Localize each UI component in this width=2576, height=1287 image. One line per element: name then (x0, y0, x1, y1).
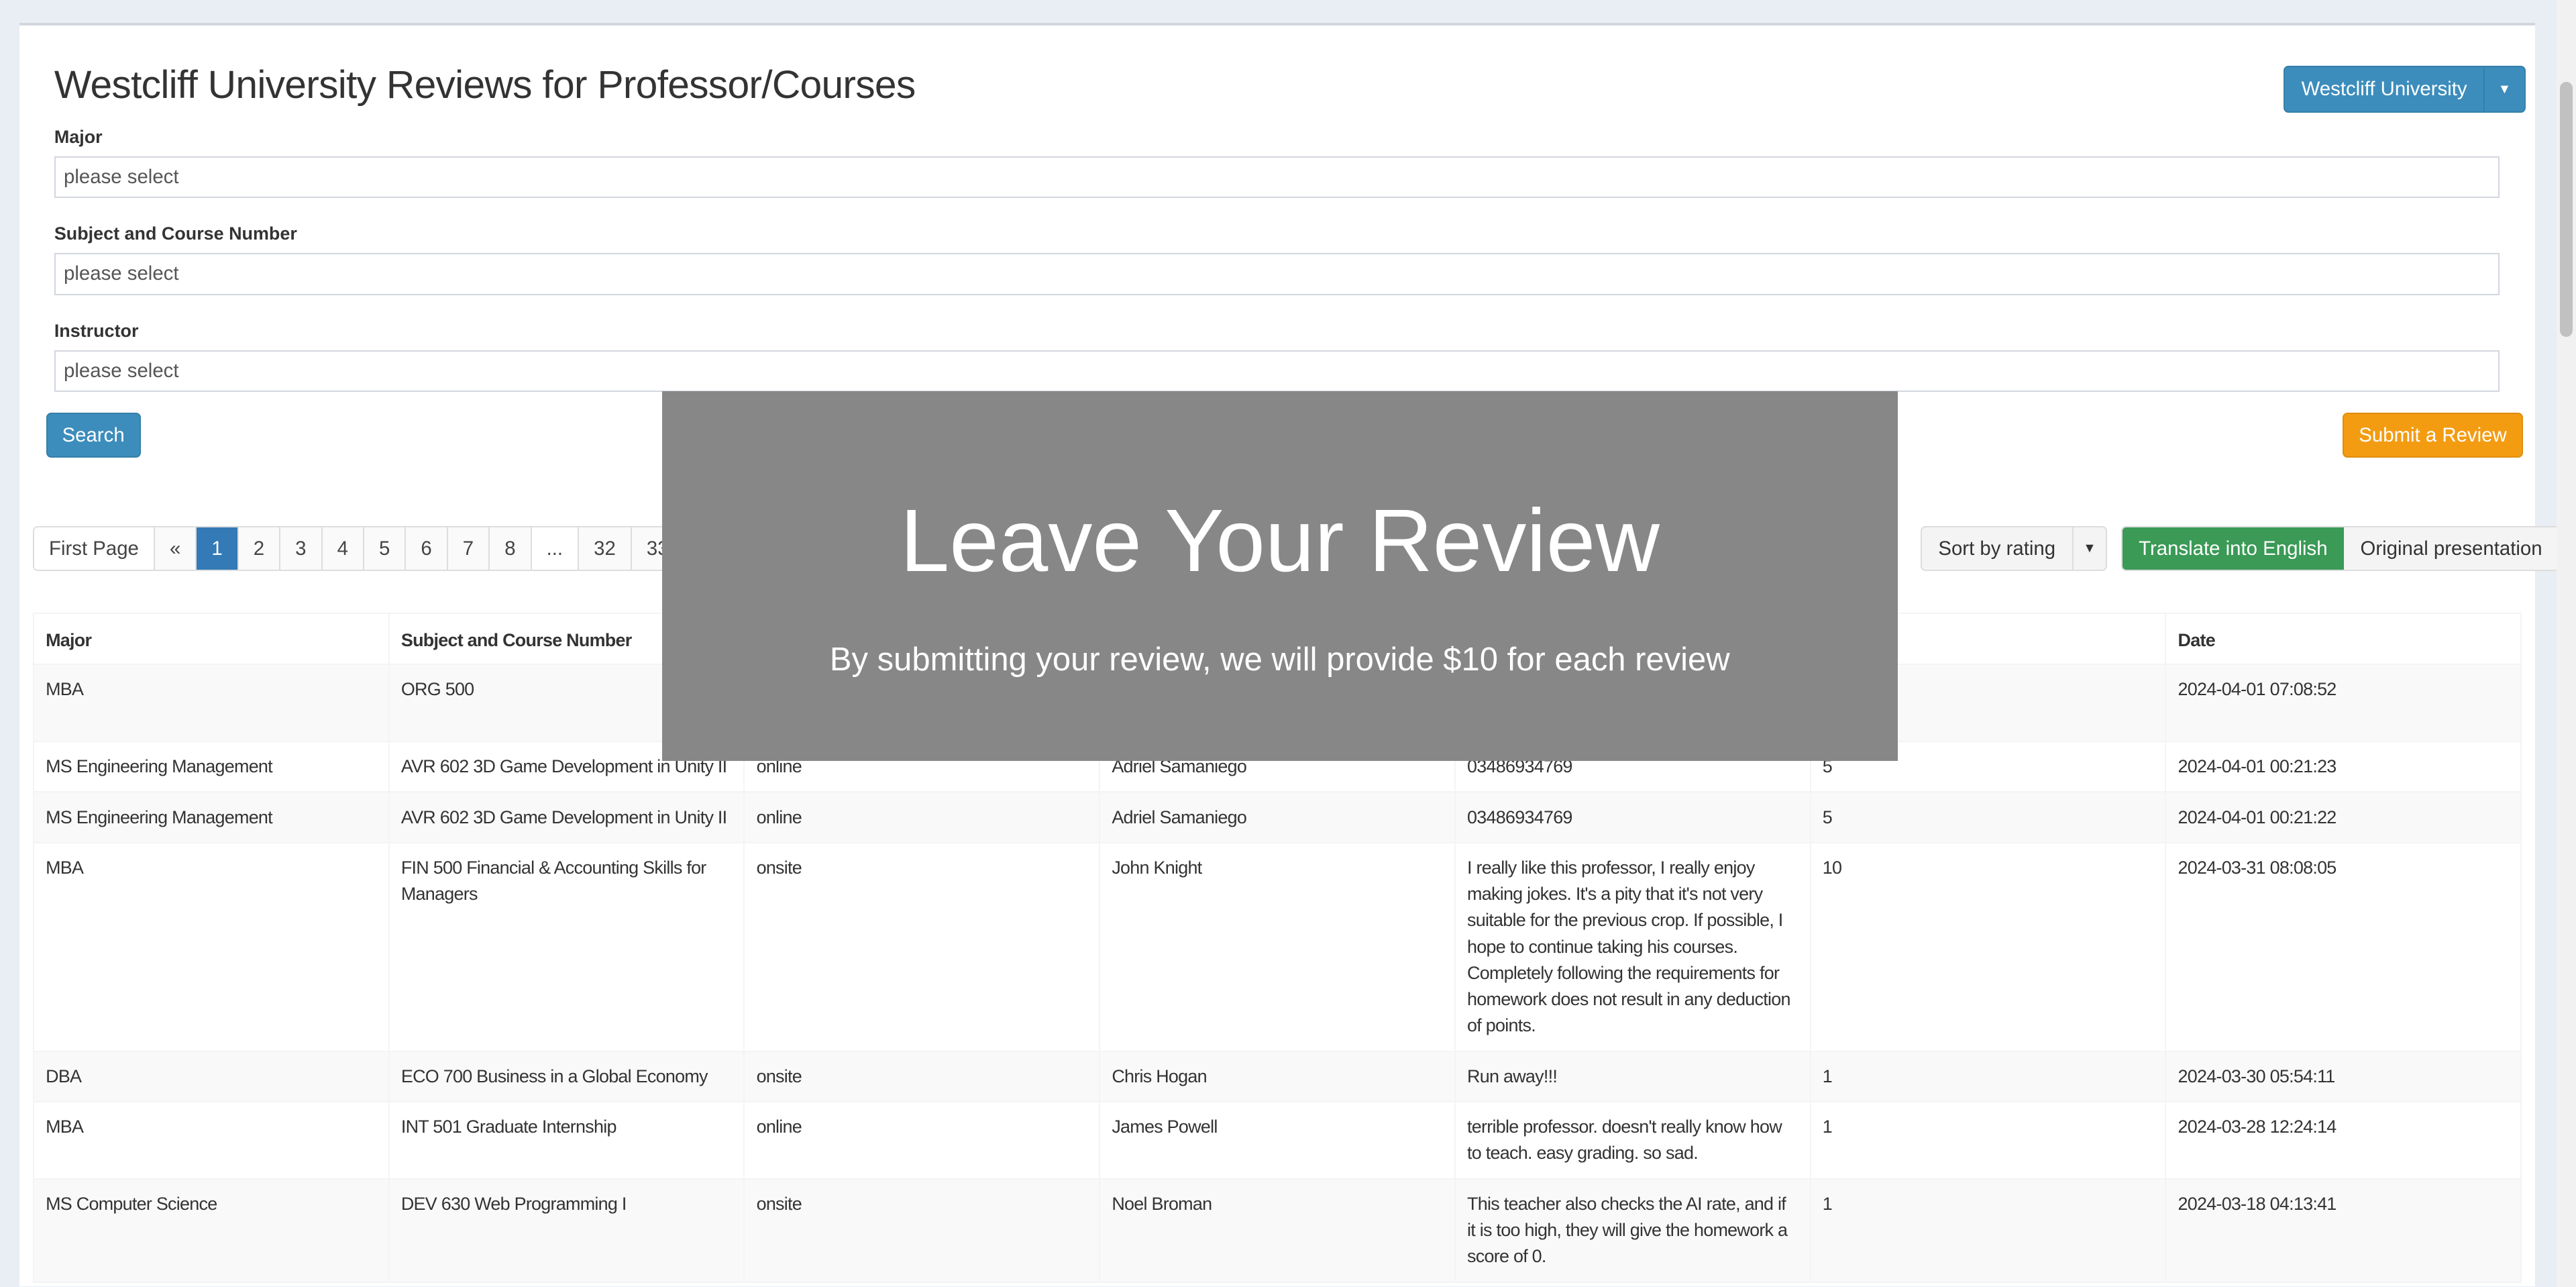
page-link[interactable]: 32 (579, 527, 632, 570)
page-title: Westcliff University Reviews for Profess… (54, 63, 916, 107)
translate-button[interactable]: Translate into English (2122, 527, 2345, 570)
table-cell: 10 (1809, 841, 2167, 1052)
caret-down-icon[interactable]: ▼ (2072, 527, 2106, 570)
table-cell: AVR 602 3D Game Development in Unity II (388, 791, 745, 843)
table-cell: 2024-04-01 00:21:22 (2165, 791, 2522, 843)
table-cell: 5 (1809, 791, 2167, 843)
table-row: MBA FIN 500 Financial & Accounting Skills… (32, 841, 2522, 1052)
pagination: First Page «1 2 3 4 5 6 7 8... 32 33 (32, 525, 686, 572)
table-cell: MS Computer Science (32, 1178, 390, 1283)
page-link[interactable]: « (154, 527, 197, 570)
column-header: Date (2165, 613, 2522, 665)
scrollbar-thumb[interactable] (2559, 82, 2573, 338)
table-cell: MBA (32, 841, 390, 1052)
table-cell: FIN 500 Financial & Accounting Skills fo… (388, 841, 745, 1052)
table-cell: 1 (1809, 1178, 2167, 1283)
table-cell: DBA (32, 1050, 390, 1103)
table-cell: MBA (32, 1101, 390, 1180)
table-row: MS Computer Science DEV 630 Web Programmi… (32, 1178, 2522, 1283)
table-row: MBA INT 501 Graduate Internship online Jame… (32, 1101, 2522, 1180)
table-cell: terrible professor. doesn't really know … (1454, 1101, 1811, 1180)
major-select[interactable]: please select (54, 156, 2500, 199)
table-cell: MS Engineering Management (32, 741, 390, 793)
university-dropdown[interactable]: Westcliff University ▼ (2284, 65, 2526, 113)
submit-review-button[interactable]: Submit a Review (2343, 412, 2523, 458)
table-cell: James Powell (1099, 1101, 1456, 1180)
page-link[interactable]: ... (531, 527, 580, 570)
table-cell: 1 (1809, 1101, 2167, 1180)
sort-button[interactable]: Sort by rating (1922, 527, 2072, 570)
table-cell: Noel Broman (1099, 1178, 1456, 1283)
major-label: Major (54, 126, 103, 147)
instructor-select[interactable]: please select (54, 350, 2500, 393)
table-cell: 2024-03-28 12:24:14 (2165, 1101, 2522, 1180)
page-link[interactable]: 6 (406, 527, 448, 570)
overlay-subtitle: By submitting your review, we will provi… (829, 641, 1730, 678)
table-cell: MS Engineering Management (32, 791, 390, 843)
table-cell: 2024-03-31 08:08:05 (2165, 841, 2522, 1052)
page-link[interactable]: 5 (364, 527, 407, 570)
page: Westcliff University Reviews for Profess… (0, 0, 2576, 1287)
table-cell: 1 (1809, 1050, 2167, 1103)
review-promo-overlay[interactable]: Leave Your Review By submitting your rev… (661, 391, 1898, 761)
scrollbar[interactable] (2556, 0, 2576, 1287)
table-cell: This teacher also checks the AI rate, an… (1454, 1178, 1811, 1283)
table-cell: 2024-03-18 04:13:41 (2165, 1178, 2522, 1283)
language-toggle: Translate into English Original presentat… (2121, 525, 2561, 572)
page-link[interactable]: First Page (34, 527, 155, 570)
table-cell: DEV 630 Web Programming I (388, 1178, 745, 1283)
table-cell: 2024-03-30 05:54:11 (2165, 1050, 2522, 1103)
table-cell: MBA (32, 663, 390, 743)
page-link[interactable]: 8 (490, 527, 532, 570)
table-cell: onsite (743, 1050, 1101, 1103)
table-cell: ECO 700 Business in a Global Economy (388, 1050, 745, 1103)
table-cell: onsite (743, 841, 1101, 1052)
table-cell: John Knight (1099, 841, 1456, 1052)
table-cell: onsite (743, 1178, 1101, 1283)
course-label: Subject and Course Number (54, 223, 297, 244)
table-cell: 03486934769 (1454, 791, 1811, 843)
page-link[interactable]: 7 (447, 527, 490, 570)
table-cell: 2024-04-01 00:21:23 (2165, 741, 2522, 793)
university-button[interactable]: Westcliff University (2285, 67, 2483, 111)
table-row: DBA ECO 700 Business in a Global Economy o… (32, 1050, 2522, 1103)
table-cell: Chris Hogan (1099, 1050, 1456, 1103)
table-cell: Run away!!! (1454, 1050, 1811, 1103)
table-cell: INT 501 Graduate Internship (388, 1101, 745, 1180)
table-cell: 2024-04-01 07:08:52 (2165, 663, 2522, 743)
table-cell: online (743, 1101, 1101, 1180)
page-link[interactable]: 4 (322, 527, 364, 570)
page-link[interactable]: 3 (280, 527, 323, 570)
page-link[interactable]: 2 (238, 527, 281, 570)
table-cell: I really like this professor, I really e… (1454, 841, 1811, 1052)
instructor-label: Instructor (54, 320, 139, 341)
course-select[interactable]: please select (54, 253, 2500, 295)
caret-down-icon[interactable]: ▼ (2483, 66, 2524, 112)
table-cell: Adriel Samaniego (1099, 791, 1456, 843)
table-cell: online (743, 791, 1101, 843)
page-link[interactable]: 1 (197, 527, 239, 570)
search-button[interactable]: Search (46, 412, 141, 458)
column-header: Major (32, 613, 390, 665)
sort-dropdown[interactable]: Sort by rating ▼ (1920, 525, 2108, 572)
table-row: MS Engineering Management AVR 602 3D Game… (32, 791, 2522, 843)
original-button[interactable]: Original presentation (2344, 527, 2559, 570)
overlay-title: Leave Your Review (900, 491, 1660, 590)
